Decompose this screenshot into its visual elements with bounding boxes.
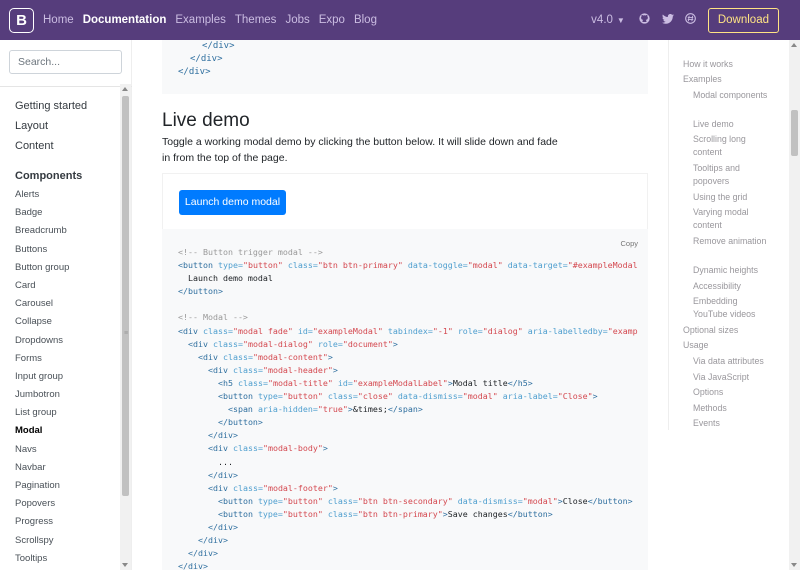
toc-item-usage[interactable]: Usage — [683, 339, 708, 352]
sidebar-item-scrollspy[interactable]: Scrollspy — [15, 532, 115, 550]
sidebar-item-tooltips[interactable]: Tooltips — [15, 550, 115, 568]
toc-item-examples[interactable]: Examples — [683, 73, 722, 86]
sidebar-item-alerts[interactable]: Alerts — [15, 186, 115, 204]
nav-link-documentation[interactable]: Documentation — [83, 0, 167, 40]
sidebar-item-collapse[interactable]: Collapse — [15, 313, 115, 331]
sidebar-item-popovers[interactable]: Popovers — [15, 495, 115, 513]
sidebar-item-components[interactable]: Components — [15, 166, 115, 186]
main-content: </div> </div> </div> Live demo Toggle a … — [132, 40, 660, 570]
toc-item-embedding-youtube-videos[interactable]: Embedding YouTube videos — [693, 295, 773, 321]
sidebar-scroll-thumb[interactable] — [122, 96, 129, 496]
version-dropdown[interactable]: v4.0 ▼ — [591, 14, 625, 26]
toc-item-via-javascript[interactable]: Via JavaScript — [693, 371, 773, 384]
sidebar-item-carousel[interactable]: Carousel — [15, 295, 115, 313]
page-scroll-up-arrow-icon[interactable] — [791, 43, 797, 47]
toc-item-using-the-grid[interactable]: Using the grid — [693, 191, 773, 204]
nav-link-blog[interactable]: Blog — [354, 0, 377, 40]
sidebar-item-layout[interactable]: Layout — [15, 116, 115, 136]
scroll-up-arrow-icon[interactable] — [122, 87, 128, 91]
page-scroll-thumb[interactable] — [791, 110, 798, 156]
version-label: v4.0 — [591, 14, 613, 26]
toc-item-remove-animation[interactable]: Remove animation — [693, 235, 773, 248]
slack-icon[interactable] — [685, 13, 697, 27]
code-snippet-previous: </div> </div> </div> — [162, 40, 648, 94]
code-lines: <!-- Button trigger modal --> <button ty… — [178, 247, 638, 570]
sidebar-item-jumbotron[interactable]: Jumbotron — [15, 386, 115, 404]
table-of-contents: How it works Examples Modal components L… — [668, 40, 788, 430]
nav-link-home[interactable]: Home — [43, 0, 74, 40]
sidebar-item-buttons[interactable]: Buttons — [15, 241, 115, 259]
toc-item-scrolling-long-content[interactable]: Scrolling long content — [693, 133, 773, 159]
sidebar-item-modal[interactable]: Modal — [15, 422, 115, 440]
sidebar-item-progress[interactable]: Progress — [15, 513, 115, 531]
sidebar-item-list-group[interactable]: List group — [15, 404, 115, 422]
sidebar-item-content[interactable]: Content — [15, 136, 115, 156]
search-input[interactable]: Search... — [9, 50, 122, 74]
example-preview: Launch demo modal — [162, 173, 648, 229]
section-title: Live demo — [162, 110, 250, 131]
toc-item-via-data-attributes[interactable]: Via data attributes — [693, 355, 773, 368]
code-line: </div> — [202, 41, 235, 51]
scroll-down-arrow-icon[interactable] — [122, 563, 128, 567]
github-icon[interactable] — [639, 13, 651, 27]
nav-link-examples[interactable]: Examples — [175, 0, 226, 40]
sidebar-item-dropdowns[interactable]: Dropdowns — [15, 332, 115, 350]
code-comment: <!-- Button trigger modal --> — [178, 247, 323, 257]
sidebar-item-input-group[interactable]: Input group — [15, 368, 115, 386]
sidebar-item-forms[interactable]: Forms — [15, 350, 115, 368]
sidebar-item-button-group[interactable]: Button group — [15, 259, 115, 277]
twitter-icon[interactable] — [661, 13, 674, 27]
toc-item-tooltips-and-popovers[interactable]: Tooltips and popovers — [693, 162, 773, 188]
sidebar-item-getting-started[interactable]: Getting started — [15, 96, 115, 116]
launch-demo-modal-button[interactable]: Launch demo modal — [179, 190, 286, 215]
docs-sidebar: Search... Getting started Layout Content… — [0, 40, 132, 570]
resize-grip-icon[interactable]: ≡ — [124, 330, 128, 337]
sidebar-scrollbar[interactable] — [120, 84, 131, 570]
top-navbar: B Home Documentation Examples Themes Job… — [0, 0, 800, 40]
download-button[interactable]: Download — [707, 7, 779, 33]
code-line: </div> — [190, 54, 223, 64]
nav-right: v4.0 ▼ Download — [591, 0, 800, 40]
toc-item-live-demo[interactable]: Live demo — [693, 118, 773, 131]
sidebar-nav: Getting started Layout Content Component… — [15, 96, 115, 568]
sidebar-item-breadcrumb[interactable]: Breadcrumb — [15, 222, 115, 240]
sidebar-divider — [0, 86, 132, 87]
sidebar-item-badge[interactable]: Badge — [15, 204, 115, 222]
sidebar-item-pagination[interactable]: Pagination — [15, 477, 115, 495]
toc-item-varying-modal-content[interactable]: Varying modal content — [693, 206, 773, 232]
nav-link-expo[interactable]: Expo — [319, 0, 345, 40]
caret-down-icon: ▼ — [616, 16, 625, 25]
toc-item-optional-sizes[interactable]: Optional sizes — [683, 324, 738, 337]
page-scrollbar[interactable] — [789, 40, 800, 570]
nav-link-themes[interactable]: Themes — [235, 0, 277, 40]
toc-item-accessibility[interactable]: Accessibility — [693, 280, 773, 293]
section-description: Toggle a working modal demo by clicking … — [162, 136, 558, 164]
toc-item-modal-components[interactable]: Modal components — [693, 89, 773, 102]
sidebar-item-navs[interactable]: Navs — [15, 441, 115, 459]
code-line: </div> — [178, 67, 211, 77]
bootstrap-logo[interactable]: B — [9, 7, 34, 33]
sidebar-item-card[interactable]: Card — [15, 277, 115, 295]
toc-item-options[interactable]: Options — [693, 386, 773, 399]
toc-item-dynamic-heights[interactable]: Dynamic heights — [693, 264, 773, 277]
toc-item-how-it-works[interactable]: How it works — [683, 58, 733, 71]
toc-item-methods[interactable]: Methods — [693, 402, 773, 415]
code-snippet: Copy <!-- Button trigger modal --> <butt… — [162, 229, 648, 570]
nav-link-jobs[interactable]: Jobs — [285, 0, 309, 40]
page-scroll-down-arrow-icon[interactable] — [791, 563, 797, 567]
toc-item-events[interactable]: Events — [693, 417, 773, 430]
sidebar-item-navbar[interactable]: Navbar — [15, 459, 115, 477]
nav-links: Home Documentation Examples Themes Jobs … — [43, 0, 386, 40]
